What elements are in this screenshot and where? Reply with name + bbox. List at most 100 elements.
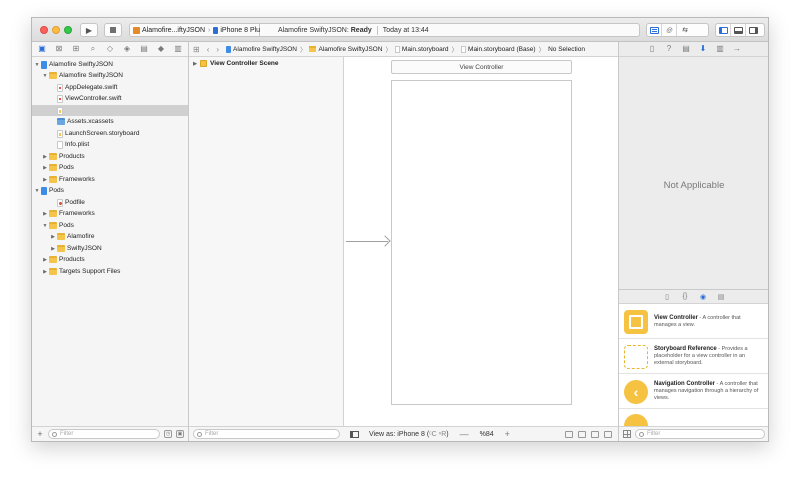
- report-navigator-tab[interactable]: ▥: [172, 43, 184, 55]
- tree-item[interactable]: ▼ Alamofire SwiftyJSON: [32, 70, 188, 81]
- outline-filter-input[interactable]: Filter: [193, 429, 340, 439]
- storyboard-reference-icon: [624, 344, 648, 369]
- disclosure-closed-icon[interactable]: ▶: [42, 269, 48, 275]
- issue-navigator-tab[interactable]: ◇: [104, 43, 116, 55]
- code-snippet-library-tab[interactable]: {}: [680, 293, 690, 300]
- breadcrumb-storyboard[interactable]: Main.storyboard: [394, 45, 449, 53]
- outline-item-scene[interactable]: ▶ View Controller Scene: [192, 60, 279, 67]
- size-inspector-tab[interactable]: ▥: [714, 43, 726, 55]
- object-library-tab[interactable]: ◉: [698, 293, 708, 301]
- tree-item[interactable]: ▶ Frameworks: [32, 174, 188, 185]
- related-items-icon[interactable]: ⊞: [193, 45, 200, 54]
- tree-item[interactable]: ▶ SwiftyJSON: [32, 243, 188, 254]
- toggle-navigator-button[interactable]: [716, 24, 731, 36]
- navigator-filter-input[interactable]: Filter: [48, 429, 160, 439]
- align-icon[interactable]: [578, 430, 586, 438]
- breadcrumb-storyboard-base[interactable]: Main.storyboard (Base): [461, 45, 536, 53]
- toggle-outline-icon[interactable]: [350, 430, 359, 438]
- tree-item[interactable]: ▶ Pods: [32, 162, 188, 173]
- debug-navigator-tab[interactable]: ▤: [138, 43, 150, 55]
- stop-button[interactable]: [104, 23, 122, 37]
- library-item-partial[interactable]: [619, 410, 768, 427]
- tree-item[interactable]: ▶ Alamofire: [32, 231, 188, 242]
- pin-icon[interactable]: [591, 430, 599, 438]
- library-item-storyboard-reference[interactable]: Storyboard Reference - Provides a placeh…: [619, 340, 768, 374]
- disclosure-open-icon[interactable]: ▼: [42, 73, 48, 79]
- file-inspector-tab[interactable]: ▯: [646, 43, 658, 55]
- connections-inspector-tab[interactable]: →: [731, 43, 743, 55]
- disclosure-closed-icon[interactable]: ▶: [42, 177, 48, 183]
- disclosure-closed-icon[interactable]: ▶: [42, 257, 48, 263]
- tree-item[interactable]: ▼ Alamofire SwiftyJSON: [32, 59, 188, 70]
- forward-arrow-icon[interactable]: ›: [216, 45, 219, 54]
- recent-files-icon[interactable]: ◷: [164, 430, 172, 438]
- disclosure-closed-icon[interactable]: ▶: [50, 234, 56, 240]
- tree-item[interactable]: AppDelegate.swift: [32, 82, 188, 93]
- storyboard-icon: [57, 129, 63, 138]
- disclosure-closed-icon[interactable]: ▶: [192, 61, 198, 67]
- zoom-window-button[interactable]: [64, 26, 72, 34]
- toggle-utilities-button[interactable]: [746, 24, 761, 36]
- update-frames-icon[interactable]: [565, 430, 573, 438]
- tree-item[interactable]: ViewController.swift: [32, 93, 188, 104]
- toolbar: ▶ Alamofire...iftyJSON › iPhone 8 Plus A…: [32, 18, 768, 42]
- status-time: Today at 13:44: [382, 26, 429, 34]
- tree-item[interactable]: ▶ Targets Support Files: [32, 266, 188, 277]
- device-name[interactable]: iPhone 8 Plus: [220, 27, 263, 34]
- scm-filter-icon[interactable]: ▣: [176, 430, 184, 438]
- media-library-tab[interactable]: ▤: [716, 293, 726, 301]
- standard-editor-button[interactable]: [647, 24, 662, 36]
- disclosure-closed-icon[interactable]: ▶: [42, 154, 48, 160]
- grid-view-icon[interactable]: [623, 430, 631, 438]
- tree-item[interactable]: ▶ Products: [32, 254, 188, 265]
- scheme-selector[interactable]: Alamofire...iftyJSON › iPhone 8 Plus: [129, 23, 264, 37]
- find-navigator-tab[interactable]: ⌕: [87, 43, 99, 55]
- run-button[interactable]: ▶: [80, 23, 98, 37]
- tree-item[interactable]: ▼ Pods: [32, 220, 188, 231]
- quick-help-tab[interactable]: ?: [663, 43, 675, 55]
- back-arrow-icon[interactable]: ‹: [207, 45, 210, 54]
- resolve-issues-icon[interactable]: [604, 430, 612, 438]
- minimize-window-button[interactable]: [52, 26, 60, 34]
- test-navigator-tab[interactable]: ◈: [121, 43, 133, 55]
- tree-item[interactable]: Podfile: [32, 197, 188, 208]
- breadcrumb-folder[interactable]: Alamofire SwiftyJSON: [309, 46, 382, 53]
- tree-item[interactable]: Assets.xcassets: [32, 116, 188, 127]
- tree-item[interactable]: Info.plist: [32, 139, 188, 150]
- library-item-view-controller[interactable]: View Controller - A controller that mana…: [619, 305, 768, 339]
- tree-item[interactable]: ▶ Frameworks: [32, 208, 188, 219]
- library-filter-input[interactable]: Filter: [635, 429, 765, 439]
- breadcrumb-selection[interactable]: No Selection: [548, 46, 585, 53]
- identity-inspector-tab[interactable]: ▤: [680, 43, 692, 55]
- view-controller-scene[interactable]: [391, 80, 572, 405]
- initial-view-controller-arrow[interactable]: [346, 241, 388, 242]
- tree-item[interactable]: ▶ Products: [32, 151, 188, 162]
- interface-builder-canvas[interactable]: View Controller: [344, 57, 618, 426]
- scene-dock[interactable]: View Controller: [391, 60, 572, 74]
- disclosure-closed-icon[interactable]: ▶: [42, 211, 48, 217]
- disclosure-closed-icon[interactable]: ▶: [50, 246, 56, 252]
- breadcrumb-project[interactable]: Alamofire SwiftyJSON: [226, 45, 297, 53]
- disclosure-open-icon[interactable]: ▼: [42, 223, 48, 229]
- source-control-navigator-tab[interactable]: ⊠: [53, 43, 65, 55]
- version-editor-button[interactable]: ⇆: [677, 24, 692, 36]
- breakpoint-navigator-tab[interactable]: ◆: [155, 43, 167, 55]
- zoom-out-button[interactable]: —: [460, 429, 469, 439]
- library-item-navigation-controller[interactable]: ‹ Navigation Controller - A controller t…: [619, 375, 768, 409]
- close-window-button[interactable]: [40, 26, 48, 34]
- disclosure-open-icon[interactable]: ▼: [34, 188, 40, 194]
- disclosure-closed-icon[interactable]: ▶: [42, 165, 48, 171]
- add-file-button[interactable]: +: [36, 429, 44, 439]
- assistant-editor-button[interactable]: ◎: [662, 24, 677, 36]
- attributes-inspector-tab[interactable]: ⬇: [697, 43, 709, 55]
- symbol-navigator-tab[interactable]: ⊞: [70, 43, 82, 55]
- tree-item[interactable]: ▼ Pods: [32, 185, 188, 196]
- tree-item-selected[interactable]: [32, 105, 188, 116]
- file-template-library-tab[interactable]: ▯: [662, 293, 672, 301]
- zoom-in-button[interactable]: +: [505, 429, 510, 439]
- tree-item[interactable]: LaunchScreen.storyboard: [32, 128, 188, 139]
- view-as-button[interactable]: View as: iPhone 8 (ᶜC ⁿR): [369, 431, 449, 438]
- project-navigator-tab[interactable]: ▣: [36, 43, 48, 55]
- disclosure-open-icon[interactable]: ▼: [34, 62, 40, 68]
- toggle-debug-area-button[interactable]: [731, 24, 746, 36]
